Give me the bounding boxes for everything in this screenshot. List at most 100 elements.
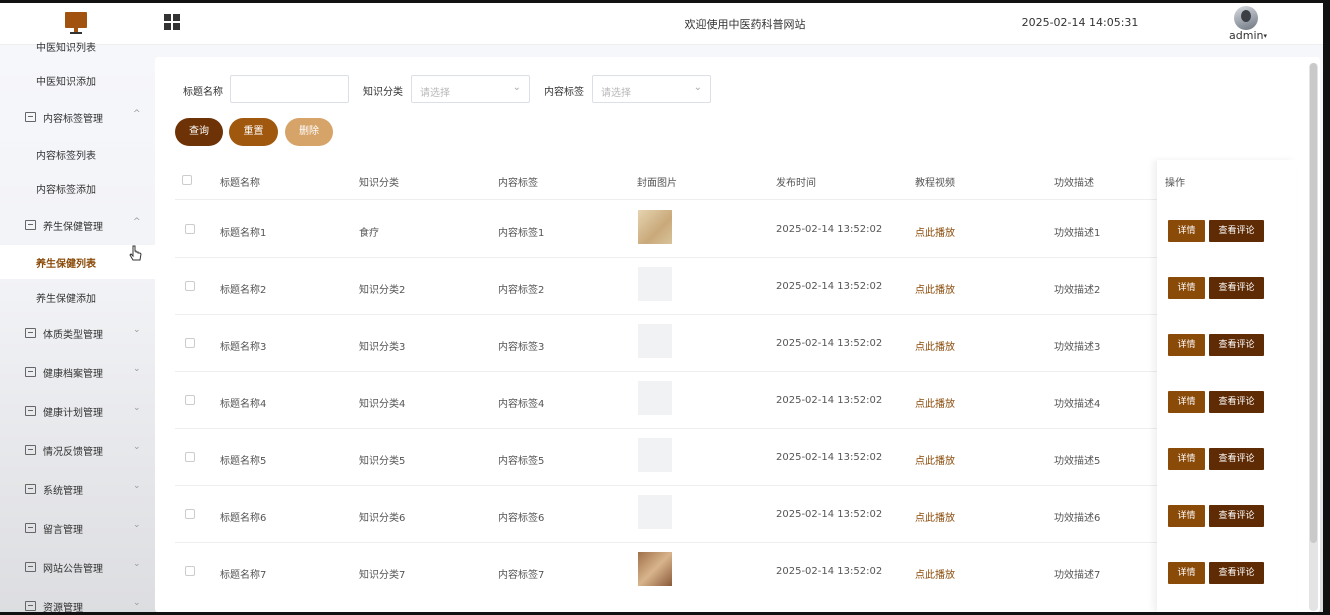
cell-time: 2025-02-14 13:52:02 (776, 452, 883, 463)
chevron-down-icon: ⌄ (133, 481, 141, 491)
page-scrollbar[interactable] (1309, 63, 1318, 611)
cell-desc: 功效描述4 (1054, 399, 1101, 410)
sidebar-item-message-manage[interactable]: 留言管理 ⌄ (0, 511, 155, 545)
cell-time: 2025-02-14 13:52:02 (776, 224, 883, 235)
sidebar-item-label: 内容标签列表 (36, 150, 96, 162)
sidebar-item-notice-manage[interactable]: 网站公告管理 ⌄ (0, 550, 155, 584)
sidebar-item-constitution-manage[interactable]: 体质类型管理 ⌄ (0, 316, 155, 350)
cover-image[interactable] (638, 210, 672, 244)
sidebar-item-label: 养生保健添加 (36, 293, 96, 305)
sidebar-item-tag-manage[interactable]: 内容标签管理 ^ (0, 100, 155, 134)
scrollbar-thumb[interactable] (1310, 63, 1317, 543)
sidebar-item-tag-add[interactable]: 内容标签添加 (0, 171, 155, 205)
play-video-link[interactable]: 点此播放 (915, 395, 955, 410)
detail-button[interactable]: 详情 (1168, 391, 1205, 413)
view-comments-button[interactable]: 查看评论 (1209, 220, 1264, 242)
chevron-down-icon: ⌄ (133, 598, 141, 608)
chevron-up-icon: ^ (133, 217, 141, 227)
sidebar-item-label: 情况反馈管理 (43, 446, 103, 458)
play-video-link[interactable]: 点此播放 (915, 509, 955, 524)
cell-time: 2025-02-14 13:52:02 (776, 338, 883, 349)
tag-select[interactable]: 请选择 ⌄ (592, 75, 711, 103)
column-header: 知识分类 (359, 178, 399, 189)
sidebar-item-health-manage[interactable]: 养生保健管理 ^ (0, 208, 155, 242)
table-row: 标题名称4 知识分类4 内容标签4 2025-02-14 13:52:02 点此… (175, 372, 1297, 429)
chevron-down-icon: ⌄ (133, 559, 141, 569)
row-checkbox[interactable] (185, 395, 195, 405)
row-checkbox[interactable] (185, 338, 195, 348)
cell-title: 标题名称4 (220, 399, 267, 410)
detail-button[interactable]: 详情 (1168, 448, 1205, 470)
cell-title: 标题名称2 (220, 285, 267, 296)
cell-title: 标题名称1 (220, 228, 267, 239)
cell-desc: 功效描述5 (1054, 456, 1101, 467)
column-header: 教程视频 (915, 178, 955, 189)
cell-category: 知识分类2 (359, 285, 406, 296)
view-comments-button[interactable]: 查看评论 (1209, 562, 1264, 584)
detail-button[interactable]: 详情 (1168, 562, 1205, 584)
row-checkbox[interactable] (185, 281, 195, 291)
view-comments-button[interactable]: 查看评论 (1209, 448, 1264, 470)
user-menu[interactable]: admin▾ (1226, 29, 1270, 42)
apps-grid-icon[interactable] (164, 14, 180, 30)
row-checkbox[interactable] (185, 452, 195, 462)
detail-button[interactable]: 详情 (1168, 334, 1205, 356)
category-select-placeholder: 请选择 (420, 88, 450, 99)
table-row: 标题名称5 知识分类5 内容标签5 2025-02-14 13:52:02 点此… (175, 429, 1297, 486)
column-header: 发布时间 (776, 178, 816, 189)
cover-image[interactable] (638, 552, 672, 586)
cover-image[interactable] (638, 324, 672, 358)
category-select[interactable]: 请选择 ⌄ (411, 75, 530, 103)
play-video-link[interactable]: 点此播放 (915, 452, 955, 467)
cell-category: 知识分类5 (359, 456, 406, 467)
sidebar-item-system-manage[interactable]: 系统管理 ⌄ (0, 472, 155, 506)
cover-image[interactable] (638, 495, 672, 529)
sidebar-item-zhongyi-add[interactable]: 中医知识添加 (0, 63, 155, 97)
sidebar-item-zhongyi-list[interactable]: 中医知识列表 (0, 29, 155, 63)
site-title: 欢迎使用中医药科普网站 (684, 18, 806, 31)
row-checkbox[interactable] (185, 566, 195, 576)
cell-title: 标题名称3 (220, 342, 267, 353)
sidebar-item-tag-list[interactable]: 内容标签列表 (0, 137, 155, 171)
cell-category: 知识分类7 (359, 570, 406, 581)
sidebar-item-record-manage[interactable]: 健康档案管理 ⌄ (0, 355, 155, 389)
view-comments-button[interactable]: 查看评论 (1209, 334, 1264, 356)
table-row: 标题名称1 食疗 内容标签1 2025-02-14 13:52:02 点此播放 … (175, 201, 1297, 258)
row-checkbox[interactable] (185, 509, 195, 519)
sidebar-item-label: 内容标签管理 (43, 113, 103, 125)
view-comments-button[interactable]: 查看评论 (1209, 505, 1264, 527)
tag-select-placeholder: 请选择 (601, 88, 631, 99)
view-comments-button[interactable]: 查看评论 (1209, 277, 1264, 299)
detail-button[interactable]: 详情 (1168, 220, 1205, 242)
sidebar-item-health-add[interactable]: 养生保健添加 (0, 280, 155, 314)
play-video-link[interactable]: 点此播放 (915, 224, 955, 239)
delete-button[interactable]: 删除 (285, 118, 333, 146)
sidebar-item-label: 中医知识列表 (36, 42, 96, 54)
cell-desc: 功效描述1 (1054, 228, 1101, 239)
cell-category: 知识分类3 (359, 342, 406, 353)
table-row: 标题名称6 知识分类6 内容标签6 2025-02-14 13:52:02 点此… (175, 486, 1297, 543)
sidebar-item-feedback-manage[interactable]: 情况反馈管理 ⌄ (0, 433, 155, 467)
cover-image[interactable] (638, 267, 672, 301)
detail-button[interactable]: 详情 (1168, 277, 1205, 299)
reset-button[interactable]: 重置 (229, 118, 278, 146)
cover-image[interactable] (638, 381, 672, 415)
cover-image[interactable] (638, 438, 672, 472)
chevron-down-icon: ⌄ (693, 82, 702, 93)
query-button[interactable]: 查询 (175, 118, 223, 146)
row-checkbox[interactable] (185, 224, 195, 234)
select-all-checkbox[interactable] (182, 175, 192, 185)
view-comments-button[interactable]: 查看评论 (1209, 391, 1264, 413)
sidebar-item-plan-manage[interactable]: 健康计划管理 ⌄ (0, 394, 155, 428)
title-search-input[interactable] (230, 75, 349, 103)
avatar[interactable] (1234, 6, 1258, 30)
actions-column: 操作 详情 查看评论 详情 查看评论 详情 查看评论 详情 查看评论 详情 查看… (1157, 160, 1297, 612)
top-header: 欢迎使用中医药科普网站 2025-02-14 14:05:31 admin▾ (0, 3, 1323, 45)
play-video-link[interactable]: 点此播放 (915, 338, 955, 353)
play-video-link[interactable]: 点此播放 (915, 281, 955, 296)
sidebar-item-label: 养生保健管理 (43, 221, 103, 233)
play-video-link[interactable]: 点此播放 (915, 566, 955, 581)
username[interactable]: admin (1229, 29, 1263, 42)
chevron-up-icon: ^ (133, 109, 141, 119)
detail-button[interactable]: 详情 (1168, 505, 1205, 527)
